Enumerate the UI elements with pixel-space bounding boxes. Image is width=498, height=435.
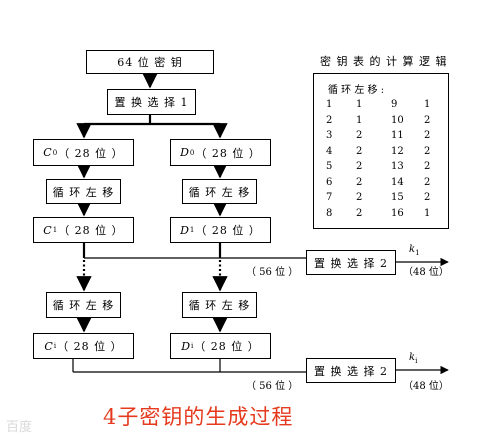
c1-box: C1 （ 28 位 ） xyxy=(33,217,134,243)
table-cell: 2 xyxy=(356,130,363,141)
table-cell: 2 xyxy=(424,176,431,188)
table-cell: 13 xyxy=(391,161,404,172)
table-cell: 12 xyxy=(391,145,404,157)
table-cell: 11 xyxy=(391,130,404,141)
k1-label: k1 xyxy=(409,244,420,257)
table-cell: 2 xyxy=(356,176,363,188)
shift-right-box-i: 循 环 左 移 xyxy=(182,292,257,318)
table-cell: 2 xyxy=(326,114,333,126)
watermark-logo: 百度 xyxy=(6,420,33,435)
d1-bits: （ 28 位 ） xyxy=(195,224,261,237)
table-cell: 3 xyxy=(326,130,333,141)
diagram-canvas: 64 位 密 钥 置 换 选 择 1 C0 （ 28 位 ） D0 （ 28 位… xyxy=(0,0,498,435)
k1-sub: 1 xyxy=(415,249,420,257)
pc1-box: 置 换 选 择 1 xyxy=(107,89,196,115)
shift-left-box-i: 循 环 左 移 xyxy=(46,292,121,318)
table-cell: 14 xyxy=(391,176,404,188)
ki-bits: （48 位） xyxy=(403,381,449,392)
figure-caption: 4子密钥的生成过程 xyxy=(103,405,294,429)
d1-letter: D xyxy=(180,223,190,237)
table-cell: 2 xyxy=(356,145,363,157)
table-cell: 2 xyxy=(424,114,431,126)
table-cell: 7 xyxy=(326,192,333,203)
table-cell: 9 xyxy=(391,99,398,110)
table-cell: 1 xyxy=(356,114,363,126)
table-cell: 10 xyxy=(391,114,404,126)
d0-letter: D xyxy=(180,146,190,159)
key-64bit-label: 64 位 密 钥 xyxy=(117,56,183,69)
table-cell: 6 xyxy=(326,176,333,188)
ci-box: Ci （ 28 位 ） xyxy=(33,333,134,359)
ki-label: ki xyxy=(409,352,417,365)
shift-left-label-i: 循 环 左 移 xyxy=(52,299,115,312)
pc2-label-2: 置 换 选 择 2 xyxy=(314,364,388,378)
c0-box: C0 （ 28 位 ） xyxy=(33,139,134,166)
table-cell: 2 xyxy=(356,161,363,172)
shift-left-box-1: 循 环 左 移 xyxy=(46,179,121,204)
table-subheading: 循 环 左 移 : xyxy=(328,85,385,96)
c1-letter: C xyxy=(43,223,53,237)
d0-bits: （ 28 位 ） xyxy=(195,146,261,160)
k1-bits: （48 位） xyxy=(403,267,449,278)
table-heading: 密 钥 表 的 计 算 逻 辑 xyxy=(320,55,448,68)
table-cell: 15 xyxy=(391,192,404,203)
table-cell: 8 xyxy=(326,207,333,219)
pc2-label-1: 置 换 选 择 2 xyxy=(314,256,388,270)
table-cell: 1 xyxy=(424,207,431,219)
c0-bits: （ 28 位 ） xyxy=(58,146,124,160)
pc2-box-2: 置 换 选 择 2 xyxy=(306,358,396,383)
di-box: Di （ 28 位 ） xyxy=(170,333,271,359)
pc2-input-bits-2: （ 56 位 ） xyxy=(246,381,299,392)
table-cell: 1 xyxy=(356,99,363,110)
c1-bits: （ 28 位 ） xyxy=(58,224,124,237)
table-cell: 2 xyxy=(356,207,363,219)
table-cell: 2 xyxy=(424,161,431,172)
table-cell: 16 xyxy=(391,207,404,219)
pc2-input-bits-1: （ 56 位 ） xyxy=(246,267,299,278)
shift-right-label-1: 循 环 左 移 xyxy=(188,185,251,199)
table-cell: 2 xyxy=(424,192,431,203)
table-cell: 2 xyxy=(356,192,363,203)
pc1-label: 置 换 选 择 1 xyxy=(114,96,189,109)
shift-table-box: 循 环 左 移 : 1 1 9 1 2 1 10 2 3 2 11 2 4 2 12 2 5 2 13 2 6 2 14 2 7… xyxy=(313,73,449,229)
ci-bits: （ 28 位 ） xyxy=(57,340,123,353)
ki-sub: i xyxy=(415,357,418,365)
shift-right-box-1: 循 环 左 移 xyxy=(182,179,257,204)
pc2-box-1: 置 换 选 择 2 xyxy=(306,250,396,275)
di-bits: （ 28 位 ） xyxy=(194,340,260,353)
table-cell: 1 xyxy=(424,99,431,110)
table-cell: 1 xyxy=(326,99,333,110)
di-letter: D xyxy=(181,339,192,353)
shift-right-label-i: 循 环 左 移 xyxy=(188,299,251,312)
table-cell: 4 xyxy=(326,145,333,157)
d1-box: D1 （ 28 位 ） xyxy=(170,217,271,243)
table-cell: 2 xyxy=(424,145,431,157)
shift-left-label-1: 循 环 左 移 xyxy=(52,185,115,199)
table-cell: 2 xyxy=(424,130,431,141)
ci-letter: C xyxy=(44,339,54,353)
d0-box: D0 （ 28 位 ） xyxy=(170,139,271,166)
key-64bit-box: 64 位 密 钥 xyxy=(86,50,214,74)
table-cell: 5 xyxy=(326,161,333,172)
c0-letter: C xyxy=(43,146,53,159)
